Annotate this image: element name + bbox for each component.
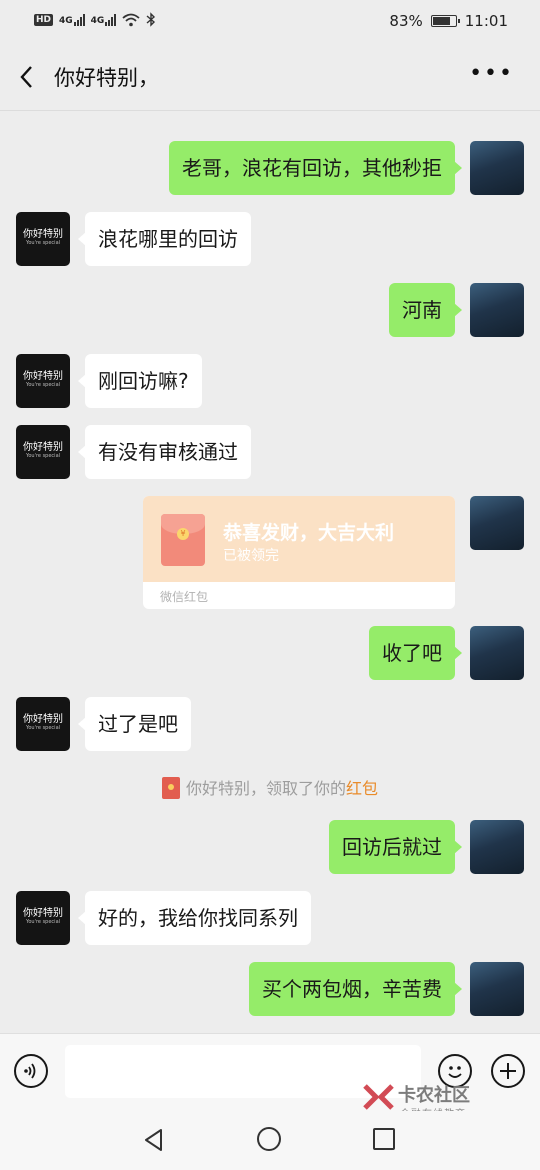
- red-packet-footer: 微信红包: [160, 590, 209, 604]
- contact-avatar[interactable]: 你好特别 You're special: [16, 354, 70, 408]
- message-bubble-outgoing[interactable]: 买个两包烟，辛苦费: [249, 962, 462, 1016]
- red-packet-status: 已被领完: [223, 548, 279, 564]
- message-bubble-outgoing[interactable]: 回访后就过: [329, 820, 462, 874]
- self-avatar[interactable]: [470, 141, 524, 195]
- message-bubble-incoming[interactable]: 浪花哪里的回访: [78, 212, 251, 266]
- battery-percent: 83%: [389, 12, 423, 30]
- watermark-title: 卡农社区: [398, 1085, 470, 1106]
- clock: 11:01: [464, 12, 508, 30]
- timestamp-partial: · · · · ·: [236, 111, 273, 116]
- bluetooth-icon: [146, 12, 156, 27]
- message-bubble-outgoing[interactable]: 河南: [389, 283, 462, 337]
- red-packet-body: ¥ 恭喜发财，大吉大利 已被领完: [143, 496, 455, 582]
- plus-icon[interactable]: [491, 1054, 525, 1088]
- status-bar: HD 4G 4G 83% 11:01: [0, 0, 540, 44]
- red-envelope-icon: [161, 777, 180, 799]
- status-left: HD 4G 4G: [34, 12, 156, 27]
- chevron-left-icon[interactable]: [16, 62, 40, 92]
- message-bubble-incoming[interactable]: 过了是吧: [78, 697, 191, 751]
- message-bubble-outgoing[interactable]: 收了吧: [369, 626, 462, 680]
- nav-back-icon[interactable]: [141, 1127, 167, 1153]
- battery-icon: [430, 15, 460, 27]
- system-notice: 你好特别，领取了你的红包: [0, 775, 540, 799]
- contact-avatar[interactable]: 你好特别 You're special: [16, 425, 70, 479]
- contact-avatar[interactable]: 你好特别 You're special: [16, 891, 70, 945]
- network-type-2: 4G: [90, 15, 105, 26]
- chat-title: 你好特别，: [54, 66, 159, 90]
- more-dots-icon[interactable]: •••: [469, 63, 514, 85]
- hd-badge: HD: [34, 13, 54, 26]
- network-type-1: 4G: [59, 15, 73, 26]
- system-notice-text: 你好特别，领取了你的: [185, 779, 346, 798]
- self-avatar[interactable]: [470, 626, 524, 680]
- self-avatar[interactable]: [470, 283, 524, 337]
- contact-avatar[interactable]: 你好特别 You're special: [16, 697, 70, 751]
- contact-avatar[interactable]: 你好特别 You're special: [16, 212, 70, 266]
- status-right: 83% 11:01: [389, 12, 508, 30]
- message-list[interactable]: · · · · · 老哥，浪花有回访，其他秒拒 你好特别 You're spec…: [0, 111, 540, 1033]
- nav-recent-icon[interactable]: [373, 1128, 395, 1150]
- red-packet-link[interactable]: 红包: [346, 779, 378, 798]
- self-avatar[interactable]: [470, 496, 524, 550]
- message-bubble-incoming[interactable]: 刚回访嘛?: [78, 354, 202, 408]
- system-nav-bar: [0, 1111, 540, 1170]
- red-envelope-icon: ¥: [161, 514, 205, 566]
- self-avatar[interactable]: [470, 962, 524, 1016]
- chat-header: 你好特别， •••: [0, 44, 540, 111]
- message-bubble-incoming[interactable]: 好的，我给你找同系列: [78, 891, 311, 945]
- signal-icon-2: 4G: [90, 13, 117, 26]
- voice-icon[interactable]: [14, 1054, 48, 1088]
- message-bubble-incoming[interactable]: 有没有审核通过: [78, 425, 251, 479]
- watermark-logo: [363, 1084, 394, 1110]
- signal-icon: 4G: [59, 13, 85, 26]
- self-avatar[interactable]: [470, 820, 524, 874]
- wifi-icon: [122, 13, 140, 26]
- nav-home-icon[interactable]: [257, 1127, 281, 1151]
- red-packet-card[interactable]: ¥ 恭喜发财，大吉大利 已被领完 微信红包: [143, 496, 455, 609]
- message-bubble-outgoing[interactable]: 老哥，浪花有回访，其他秒拒: [169, 141, 462, 195]
- red-packet-title: 恭喜发财，大吉大利: [223, 522, 395, 544]
